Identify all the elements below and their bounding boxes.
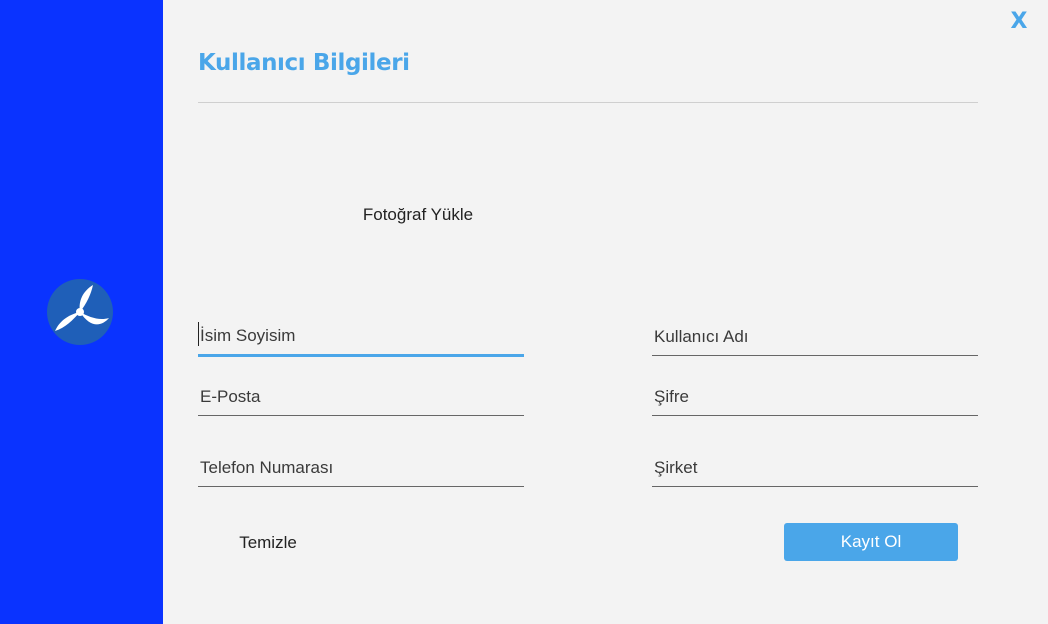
upload-photo-button[interactable]: Fotoğraf Yükle: [338, 200, 498, 230]
registration-window: X Kullanıcı Bilgileri Fotoğraf Yükle Tem…: [0, 0, 1048, 624]
phone-field: [198, 450, 524, 487]
company-field: [652, 450, 978, 487]
sidebar: [0, 0, 163, 624]
company-input[interactable]: [652, 450, 978, 486]
title-divider: [198, 102, 978, 103]
email-input[interactable]: [198, 379, 524, 415]
app-logo-icon: [47, 279, 113, 345]
text-caret: [198, 322, 199, 346]
page-title: Kullanıcı Bilgileri: [198, 50, 410, 76]
full-name-input[interactable]: [198, 318, 524, 354]
clear-button[interactable]: Temizle: [198, 524, 338, 562]
full-name-field: [198, 318, 524, 357]
password-field: [652, 379, 978, 416]
username-input[interactable]: [652, 319, 978, 355]
phone-input[interactable]: [198, 450, 524, 486]
register-button[interactable]: Kayıt Ol: [784, 523, 958, 561]
username-field: [652, 319, 978, 356]
close-button[interactable]: X: [1004, 6, 1034, 38]
password-input[interactable]: [652, 379, 978, 415]
email-field: [198, 379, 524, 416]
